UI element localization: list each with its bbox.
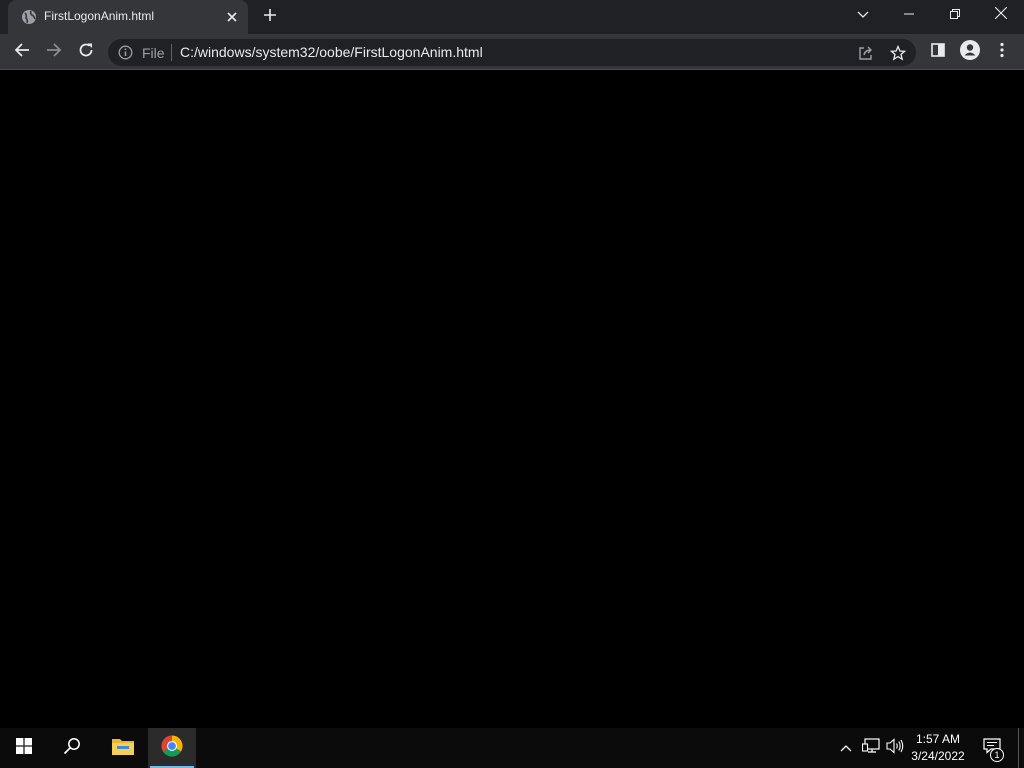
- info-icon[interactable]: [118, 45, 133, 60]
- share-icon[interactable]: [856, 43, 876, 63]
- side-panel-button[interactable]: [924, 38, 952, 66]
- side-panel-icon: [931, 42, 945, 62]
- url-text[interactable]: C:/windows/system32/oobe/FirstLogonAnim.…: [180, 44, 483, 60]
- star-icon[interactable]: [888, 43, 908, 63]
- show-desktop-button[interactable]: [1018, 728, 1019, 768]
- back-button[interactable]: [8, 38, 36, 66]
- chrome-icon: [161, 735, 183, 762]
- reload-icon: [78, 42, 94, 63]
- start-button[interactable]: [0, 728, 48, 768]
- restore-icon: [950, 6, 960, 24]
- arrow-right-icon: [46, 42, 62, 63]
- plus-icon: [263, 8, 277, 27]
- omnibox-divider: [171, 44, 172, 61]
- arrow-left-icon: [14, 42, 30, 63]
- reload-button[interactable]: [72, 38, 100, 66]
- network-button[interactable]: [861, 737, 881, 759]
- minimize-button[interactable]: [886, 0, 932, 30]
- page-content: [0, 70, 1024, 728]
- new-tab-button[interactable]: [258, 5, 282, 29]
- search-icon: [63, 737, 81, 760]
- tab-search-button[interactable]: [840, 0, 886, 30]
- taskbar-file-explorer[interactable]: [100, 728, 146, 768]
- taskbar-chrome[interactable]: [148, 728, 196, 768]
- menu-kebab-icon: [1000, 42, 1004, 63]
- network-icon: [861, 737, 880, 759]
- profile-icon: [960, 39, 980, 65]
- menu-button[interactable]: [988, 38, 1016, 66]
- tab-title: FirstLogonAnim.html: [44, 9, 155, 23]
- scheme-label: File: [142, 45, 165, 61]
- close-tab-icon[interactable]: [222, 7, 242, 27]
- globe-icon: [21, 9, 37, 25]
- forward-button[interactable]: [40, 38, 68, 66]
- notification-count-badge: 1: [990, 748, 1004, 762]
- taskbar: 1:57 AM 3/24/2022 1: [0, 728, 1024, 768]
- address-bar[interactable]: File C:/windows/system32/oobe/FirstLogon…: [108, 39, 916, 66]
- profile-button[interactable]: [956, 38, 984, 66]
- show-hidden-icons-button[interactable]: [836, 738, 856, 758]
- close-window-button[interactable]: [978, 0, 1024, 30]
- windows-start-icon: [16, 737, 32, 759]
- search-button[interactable]: [48, 728, 96, 768]
- browser-tab[interactable]: FirstLogonAnim.html: [8, 0, 248, 34]
- file-explorer-icon: [112, 737, 134, 760]
- tab-strip: FirstLogonAnim.html: [0, 0, 1024, 34]
- volume-button[interactable]: [885, 737, 905, 759]
- volume-icon: [886, 737, 904, 759]
- close-icon: [994, 6, 1008, 24]
- system-clock[interactable]: 1:57 AM 3/24/2022: [906, 731, 970, 765]
- restore-button[interactable]: [932, 0, 978, 30]
- chevron-down-icon: [857, 6, 869, 24]
- minimize-icon: [904, 6, 914, 24]
- chevron-up-icon: [840, 739, 852, 757]
- clock-date: 3/24/2022: [911, 749, 965, 763]
- clock-time: 1:57 AM: [915, 732, 961, 746]
